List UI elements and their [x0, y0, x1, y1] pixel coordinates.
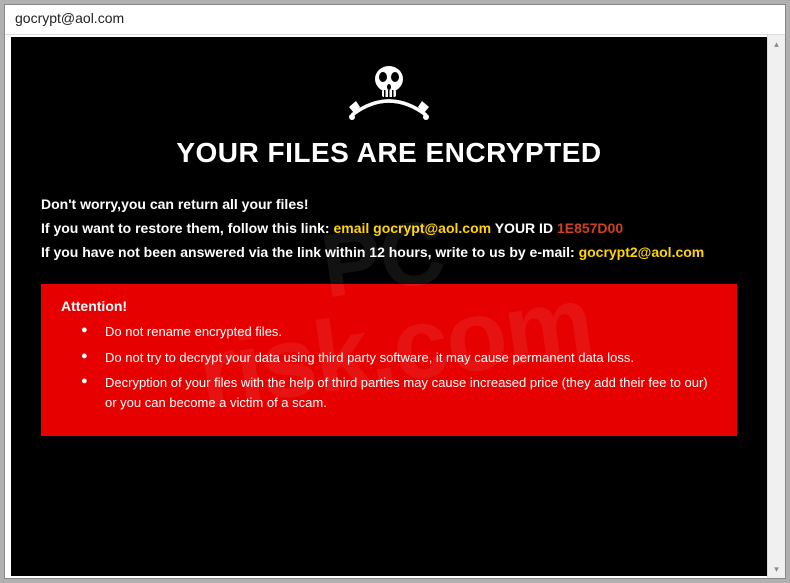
scroll-down-icon[interactable]: ▾	[771, 563, 783, 575]
attention-item: Decryption of your files with the help o…	[81, 373, 717, 412]
body-text: Don't worry,you can return all your file…	[41, 193, 737, 264]
primary-email: gocrypt@aol.com	[373, 220, 491, 236]
attention-box: Attention! Do not rename encrypted files…	[41, 284, 737, 436]
email-prefix: email	[333, 220, 373, 236]
fallback-line: If you have not been answered via the li…	[41, 241, 737, 265]
secondary-email: gocrypt2@aol.com	[579, 244, 705, 260]
fallback-prefix: If you have not been answered via the li…	[41, 244, 579, 260]
vertical-scrollbar[interactable]: ▴ ▾	[767, 35, 785, 578]
restore-line: If you want to restore them, follow this…	[41, 217, 737, 241]
ransom-note-content: PC risk.com	[11, 37, 767, 576]
content-wrap: PC risk.com	[5, 35, 785, 578]
window: gocrypt@aol.com PC risk.com	[4, 4, 786, 579]
attention-item: Do not try to decrypt your data using th…	[81, 348, 717, 368]
pirate-skull-icon	[41, 57, 737, 132]
intro-line: Don't worry,you can return all your file…	[41, 193, 737, 217]
attention-title: Attention!	[61, 298, 717, 314]
main-heading: YOUR FILES ARE ENCRYPTED	[41, 137, 737, 169]
yourid-label: YOUR ID	[491, 220, 557, 236]
scroll-up-icon[interactable]: ▴	[771, 38, 783, 50]
victim-id: 1E857D00	[557, 220, 623, 236]
window-title: gocrypt@aol.com	[15, 10, 124, 26]
window-titlebar: gocrypt@aol.com	[5, 5, 785, 35]
attention-item: Do not rename encrypted files.	[81, 322, 717, 342]
attention-list: Do not rename encrypted files. Do not tr…	[61, 322, 717, 412]
restore-prefix: If you want to restore them, follow this…	[41, 220, 333, 236]
